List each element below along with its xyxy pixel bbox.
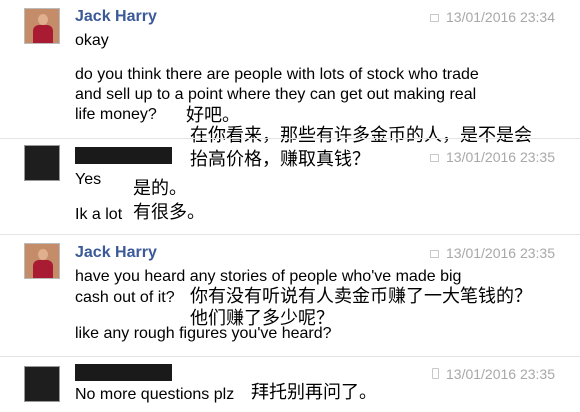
chat-icon (430, 250, 439, 258)
translation-text: 是的。 (133, 178, 187, 199)
message-divider (0, 356, 580, 357)
sender-name[interactable]: Jack Harry (75, 8, 157, 26)
avatar[interactable] (24, 366, 60, 402)
avatar-shirt (33, 260, 53, 278)
translation-text: 有很多。 (133, 202, 205, 223)
translation-text: 你有没有听说有人卖金币赚了一大笔钱的？ (190, 286, 532, 307)
translation-text: 抬高价格，赚取真钱？ (190, 149, 370, 170)
avatar[interactable] (24, 145, 60, 181)
message-text: do you think there are people with lots … (75, 66, 479, 83)
timestamp-text: 13/01/2016 23:35 (446, 245, 555, 261)
avatar[interactable] (24, 243, 60, 279)
translation-text: 在你看来，那些有许多金币的人，是不是会 (190, 125, 532, 146)
timestamp: 13/01/2016 23:35 (430, 149, 555, 165)
message-text: and sell up to a point where they can ge… (75, 86, 477, 103)
avatar-head (38, 249, 48, 260)
message-text: No more questions plz (75, 386, 235, 403)
message-text: Ik a lot (75, 206, 123, 223)
message-text: okay (75, 32, 109, 49)
sender-name[interactable]: Jack Harry (75, 244, 157, 262)
chat-icon (430, 14, 439, 22)
timestamp: 13/01/2016 23:35 (432, 366, 555, 382)
chat-icon (430, 154, 439, 162)
avatar-shirt (33, 25, 53, 43)
message-divider (0, 138, 580, 139)
phone-icon (432, 368, 439, 379)
redacted-sender-name (75, 364, 172, 381)
message-text: life money? (75, 106, 157, 123)
redacted-sender-name (75, 147, 172, 164)
message-text: like any rough figures you've heard? (75, 325, 332, 342)
timestamp: 13/01/2016 23:35 (430, 245, 555, 261)
message-divider (0, 234, 580, 235)
translation-text: 拜托别再问了。 (251, 382, 377, 403)
avatar[interactable] (24, 8, 60, 44)
message-text: Yes (75, 171, 102, 188)
timestamp: 13/01/2016 23:34 (430, 9, 555, 25)
timestamp-text: 13/01/2016 23:35 (446, 366, 555, 382)
avatar-head (38, 14, 48, 25)
timestamp-text: 13/01/2016 23:34 (446, 9, 555, 25)
message-text: cash out of it? (75, 289, 175, 306)
timestamp-text: 13/01/2016 23:35 (446, 149, 555, 165)
